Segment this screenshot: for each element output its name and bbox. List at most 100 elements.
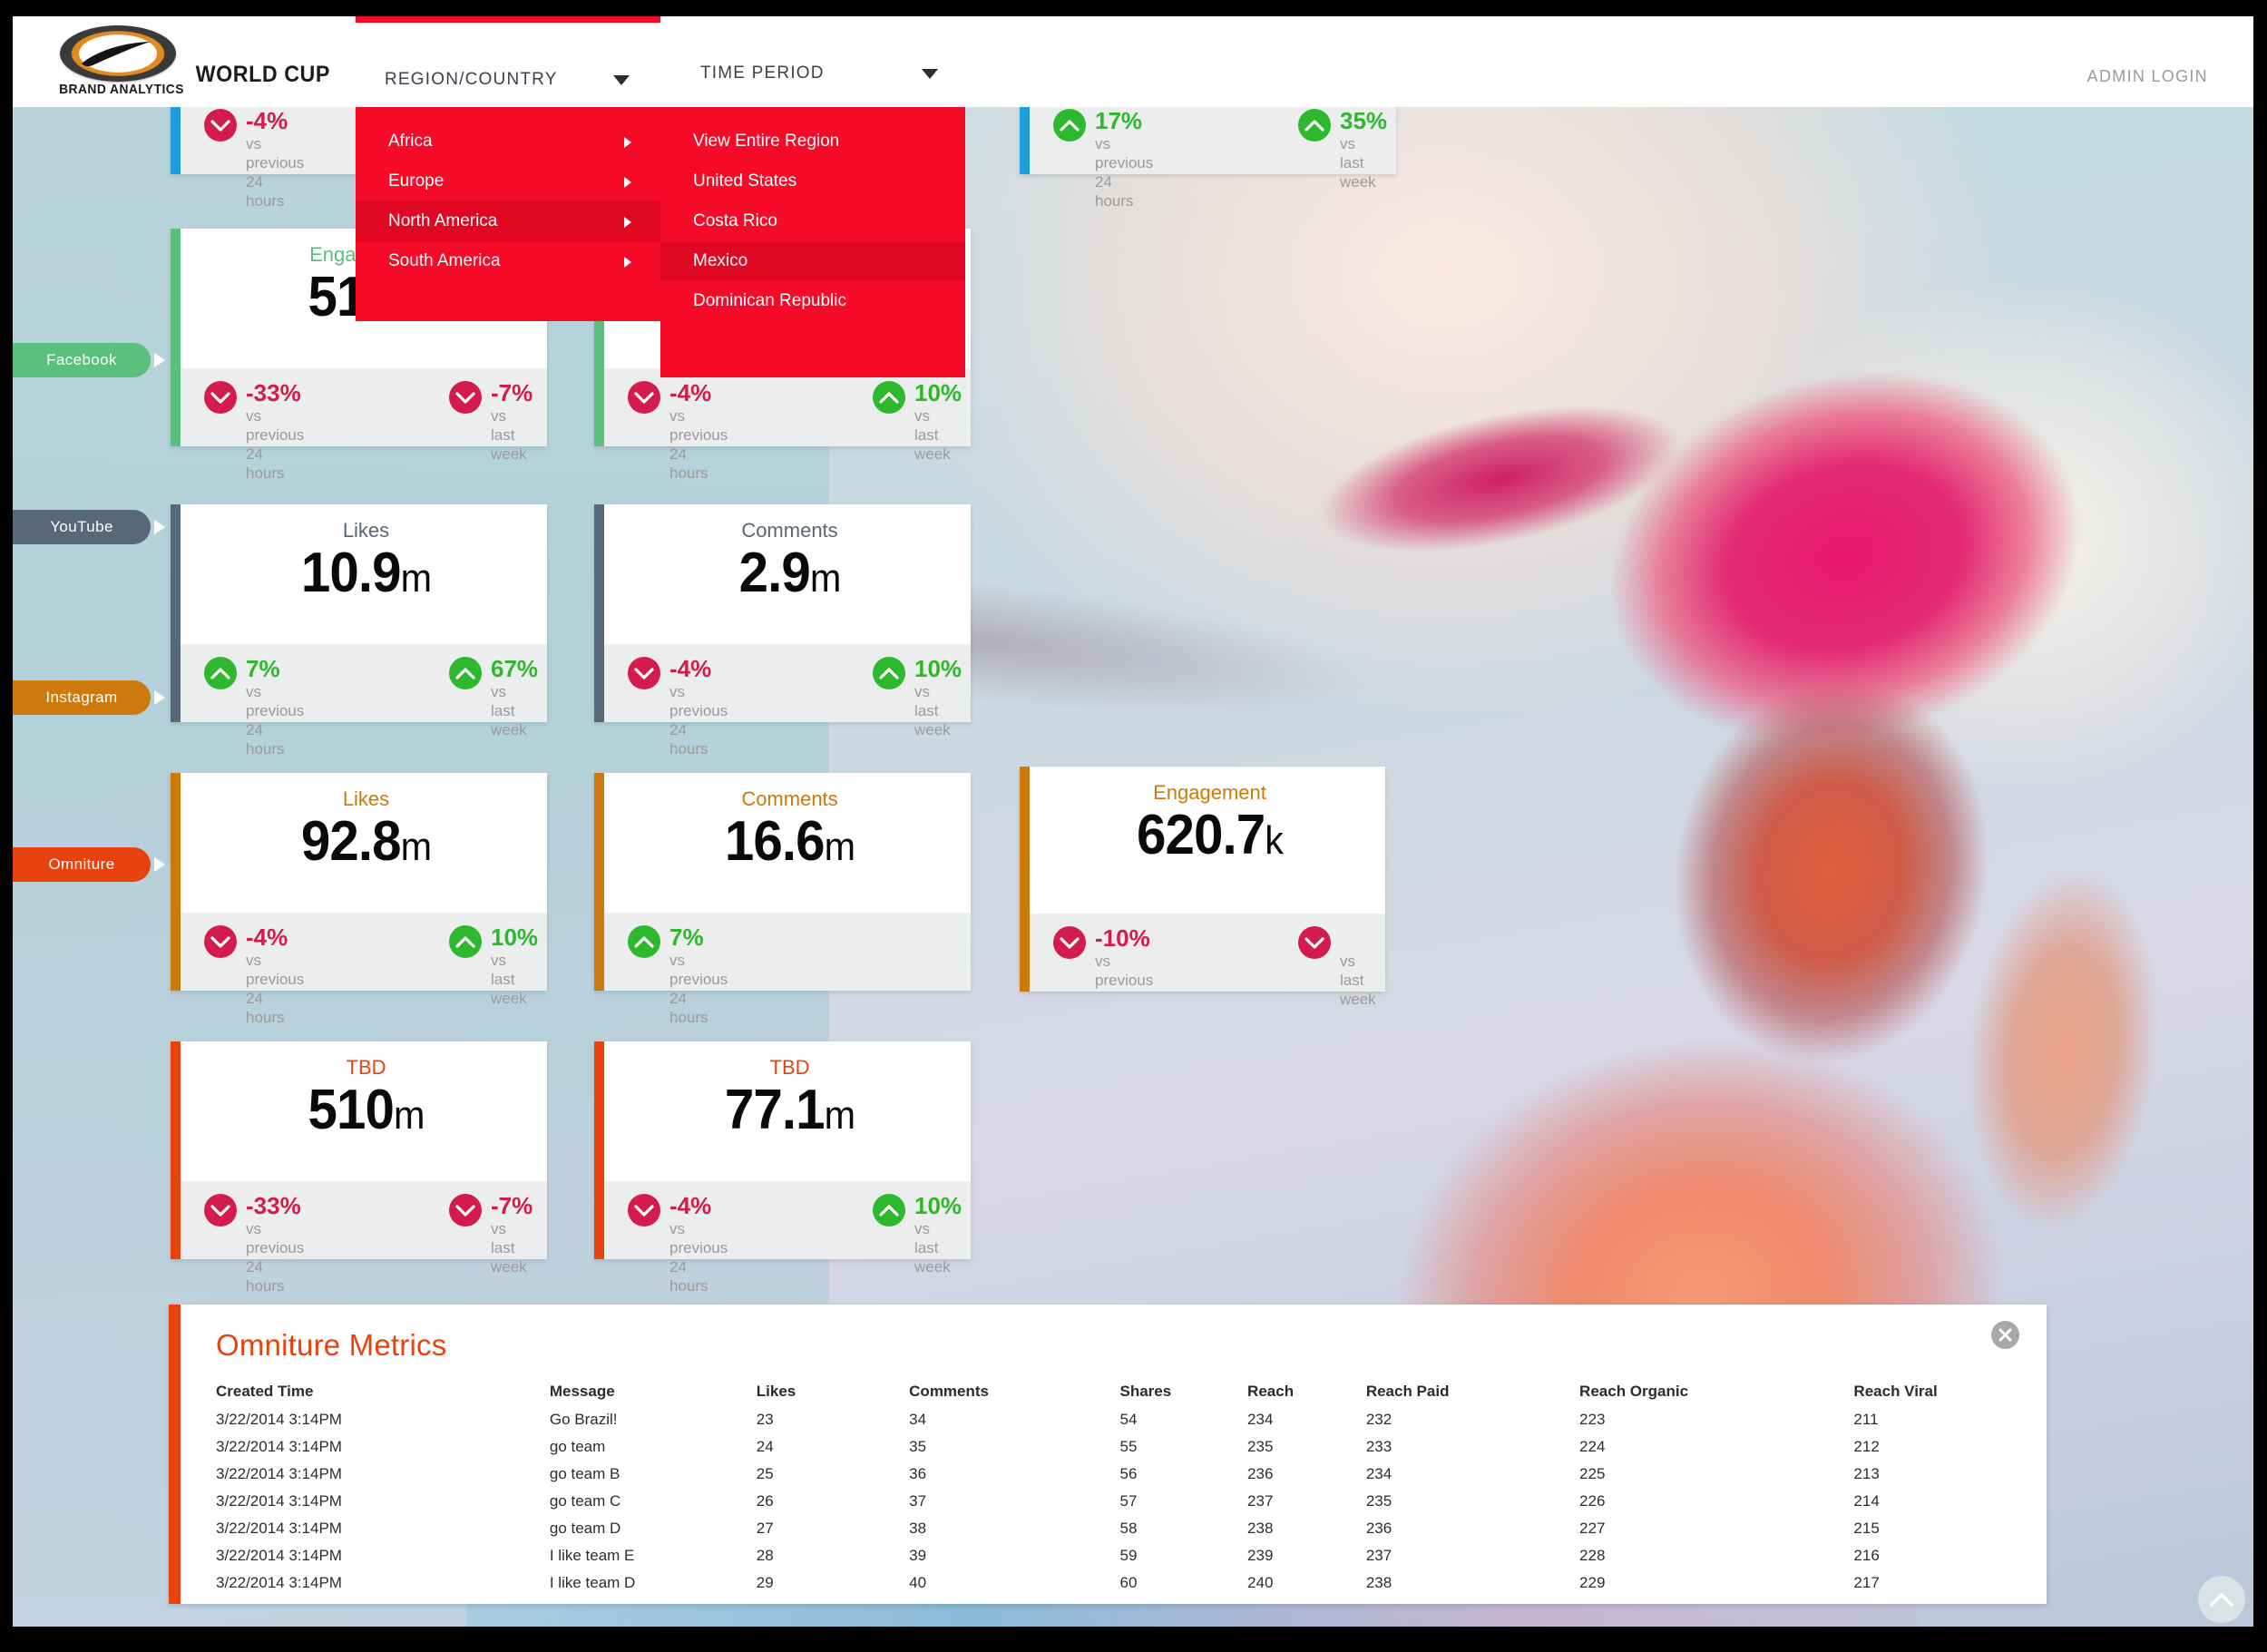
metric-card-youtube-comments[interactable]: Comments 2.9m -4% vs previous 24 hours 10% vs…	[594, 504, 971, 758]
chevron-right-icon	[624, 177, 631, 188]
table-cell: Go Brazil!	[549, 1411, 618, 1428]
delta-percent: -4%	[669, 655, 712, 682]
card-value-number: 2.9	[738, 542, 811, 604]
triangle-right-icon[interactable]	[154, 520, 165, 534]
chevron-up-icon	[449, 657, 482, 689]
table-row[interactable]: 3/22/2014 3:14PM I like team E 28 39 59 239 23…	[216, 1547, 2028, 1574]
table-cell: 58	[1119, 1520, 1138, 1537]
table-cell: 3/22/2014 3:14PM	[216, 1411, 342, 1428]
table-row[interactable]: 3/22/2014 3:14PM I like team D 29 40 60 240 23…	[216, 1574, 2028, 1601]
table-cell: 56	[1119, 1465, 1138, 1482]
table-cell: 54	[1119, 1411, 1138, 1428]
chevron-down-icon	[628, 657, 660, 689]
menu-item-country-united-states[interactable]: United States	[660, 161, 965, 201]
table-cell: 39	[909, 1547, 927, 1564]
table-cell: 236	[1365, 1520, 1392, 1537]
table-cell: 238	[1247, 1520, 1274, 1537]
chevron-down-icon	[204, 1194, 237, 1227]
delta-percent: -33%	[246, 379, 301, 406]
card-accent-bar	[171, 1041, 181, 1259]
table-cell: 36	[909, 1465, 927, 1482]
chevron-down-icon	[204, 381, 237, 414]
table-cell: 3/22/2014 3:14PM	[216, 1492, 342, 1510]
chevron-up-icon	[873, 1194, 905, 1227]
table-cell: 212	[1853, 1438, 1880, 1455]
metric-card-instagram-comments[interactable]: Comments 16.6m 7% vs previous 24 hours	[594, 773, 971, 1026]
table-row[interactable]: 3/22/2014 3:14PM Go Brazil! 23 34 54 234 232 22…	[216, 1411, 2028, 1438]
nike-brand-analytics-logo: BRAND ANALYTICS	[49, 24, 194, 103]
time-period-filter-button[interactable]: TIME PERIOD	[671, 16, 969, 107]
time-filter-label: TIME PERIOD	[700, 64, 825, 83]
chevron-right-icon	[624, 137, 631, 148]
delta-caption: vs previous 24 hours	[246, 952, 305, 1026]
table-cell: 57	[1119, 1492, 1138, 1510]
menu-item-region-north-america[interactable]: North America	[356, 201, 660, 241]
table-column-header: Reach	[1247, 1383, 1295, 1400]
delta-percent: -10%	[1095, 924, 1150, 952]
nike-swoosh-icon	[82, 42, 151, 67]
close-icon[interactable]	[1991, 1321, 2019, 1349]
menu-item-country-dominican-republic[interactable]: Dominican Republic	[660, 281, 965, 321]
table-cell: 235	[1365, 1492, 1392, 1510]
menu-item-label: Costa Rico	[693, 211, 777, 230]
sidebar-item-facebook[interactable]: Facebook	[13, 343, 151, 377]
region-country-filter-button[interactable]: REGION/COUNTRY	[356, 16, 660, 107]
scroll-to-top-button[interactable]	[2198, 1576, 2245, 1623]
card-value-number: 10.9	[300, 542, 402, 604]
triangle-right-icon[interactable]	[154, 353, 165, 367]
menu-item-country-costa-rico[interactable]: Costa Rico	[660, 201, 965, 241]
metric-card-omniture-tbd-2[interactable]: TBD 77.1m -4% vs previous 24 hours 10% vs las…	[594, 1041, 971, 1295]
table-cell: 23	[756, 1411, 774, 1428]
delta-caption: vs last week	[491, 1220, 527, 1276]
chevron-down-icon	[613, 75, 630, 85]
delta-caption: vs last week	[914, 1220, 951, 1276]
table-cell: 3/22/2014 3:14PM	[216, 1574, 342, 1591]
card-value: 16.6m	[631, 809, 948, 874]
table-cell: 213	[1853, 1465, 1880, 1482]
menu-item-region-south-america[interactable]: South America	[356, 241, 660, 281]
delta-caption: vs previous 24 hours	[246, 1220, 305, 1295]
card-value: 92.8m	[208, 809, 524, 874]
table-cell: 35	[909, 1438, 927, 1455]
metric-card-youtube-likes[interactable]: Likes 10.9m 7% vs previous 24 hours 67% vs la…	[171, 504, 547, 758]
table-row[interactable]: 3/22/2014 3:14PM go team C 26 37 57 237 235 226…	[216, 1492, 2028, 1520]
sidebar-item-youtube[interactable]: YouTube	[13, 510, 151, 544]
card-title: Comments	[741, 519, 838, 542]
menu-item-region-europe[interactable]: Europe	[356, 161, 660, 201]
delta-caption: vs previous 24 hours	[246, 683, 305, 758]
menu-item-country-view-entire-region[interactable]: View Entire Region	[660, 122, 965, 161]
card-value-number: 16.6	[724, 810, 826, 873]
card-accent-bar	[594, 773, 604, 991]
table-row[interactable]: 3/22/2014 3:14PM go team B 25 36 56 236 234 225…	[216, 1465, 2028, 1492]
delta-caption: vs previous 24 hours	[669, 407, 728, 482]
table-cell: 228	[1579, 1547, 1606, 1564]
delta-caption: vs last week	[914, 407, 951, 463]
menu-item-region-africa[interactable]: Africa	[356, 122, 660, 161]
table-row[interactable]: 3/22/2014 3:14PM go team D 27 38 58 238 236 227…	[216, 1520, 2028, 1547]
card-footer: -10% vs previous vs last week	[1030, 914, 1385, 1008]
chevron-up-icon	[204, 657, 237, 689]
app-window: -4% vs previous 24 hours 17% vs previous 24…	[0, 0, 2267, 1652]
menu-item-country-mexico[interactable]: Mexico	[660, 241, 965, 281]
sidebar-item-instagram[interactable]: Instagram	[13, 680, 151, 715]
table-cell: 3/22/2014 3:14PM	[216, 1520, 342, 1537]
table-cell: 59	[1119, 1547, 1138, 1564]
card-value-suffix: m	[393, 1093, 425, 1138]
metric-card-instagram-engagement[interactable]: Engagement 620.7k -10% vs previous vs last w…	[1020, 767, 1385, 1008]
card-accent-bar	[171, 504, 181, 722]
triangle-right-icon[interactable]	[154, 857, 165, 872]
chevron-up-icon	[1298, 109, 1331, 142]
sidebar-item-omniture[interactable]: Omniture	[13, 847, 151, 882]
triangle-right-icon[interactable]	[154, 690, 165, 705]
card-value-suffix: m	[809, 556, 841, 601]
admin-login-link[interactable]: ADMIN LOGIN	[2087, 67, 2208, 86]
table-row[interactable]: 3/22/2014 3:14PM go team 24 35 55 235 233 224 21…	[216, 1438, 2028, 1465]
delta-percent: -4%	[669, 379, 712, 406]
delta-caption: vs last week	[1340, 135, 1376, 191]
table-cell: 227	[1579, 1520, 1606, 1537]
table-cell: 25	[756, 1465, 774, 1482]
metric-card-instagram-likes[interactable]: Likes 92.8m -4% vs previous 24 hours 10% vs l…	[171, 773, 547, 1026]
table-cell: 216	[1853, 1547, 1880, 1564]
metric-card-omniture-tbd-1[interactable]: TBD 510m -33% vs previous 24 hours -7% vs las…	[171, 1041, 547, 1295]
card-value-number: 92.8	[300, 810, 402, 873]
